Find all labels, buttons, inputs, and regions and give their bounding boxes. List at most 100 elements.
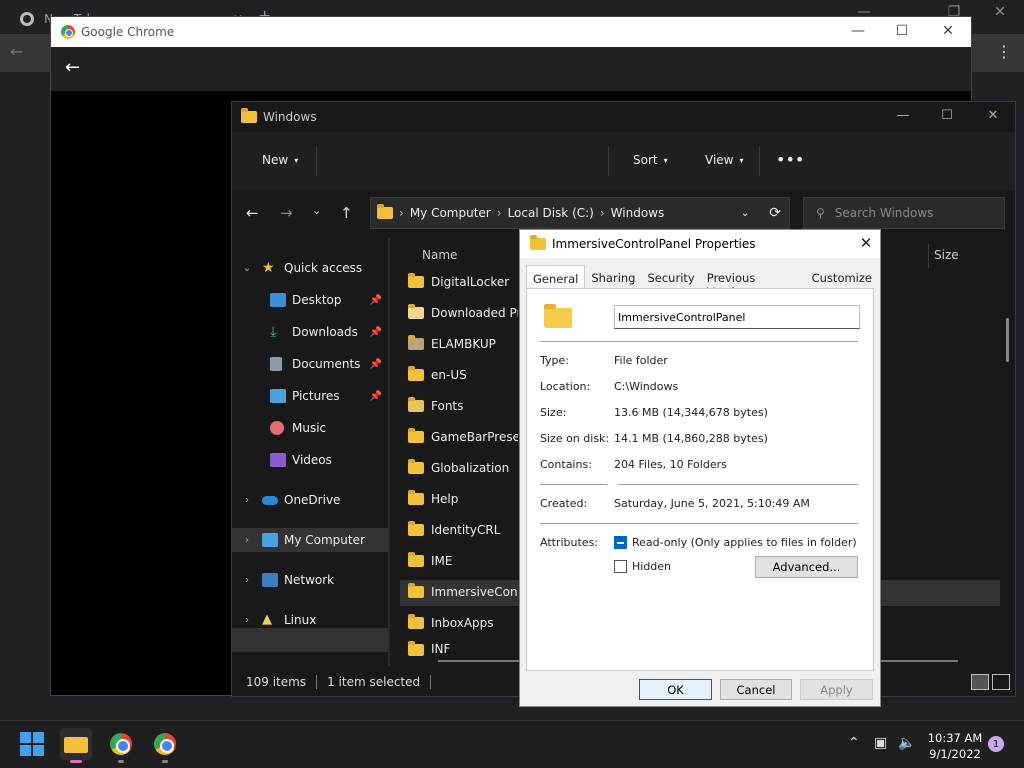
file-row[interactable]: Help — [408, 485, 518, 513]
view-button[interactable]: View ▾ — [705, 153, 744, 167]
sidebar-item-downloads[interactable]: ⤓ Downloads 📌 — [232, 320, 388, 344]
readonly-label[interactable]: Read-only (Only applies to files in fold… — [632, 536, 857, 549]
explorer-minimize-icon[interactable]: — — [888, 108, 918, 123]
details-view-icon[interactable] — [971, 674, 989, 690]
chevron-up-icon[interactable]: ⌃ — [848, 735, 860, 751]
type-label: Type: — [540, 354, 569, 367]
file-row[interactable]: Downloaded Pro — [408, 299, 518, 327]
chrome-tab-icon — [20, 12, 34, 26]
chevron-right-icon[interactable]: › — [240, 615, 254, 626]
network-status-icon[interactable]: ▣ — [874, 735, 887, 751]
view-label: View — [705, 153, 734, 167]
pane-divider[interactable] — [388, 238, 390, 666]
hidden-checkbox[interactable] — [614, 560, 627, 573]
file-row[interactable]: IME — [408, 547, 518, 575]
documents-icon — [270, 357, 282, 371]
file-row[interactable]: INF — [408, 640, 518, 656]
file-row[interactable]: Globalization — [408, 454, 518, 482]
chrome-back-arrow-icon[interactable]: ← — [65, 57, 80, 78]
cancel-button[interactable]: Cancel — [720, 679, 792, 700]
chevron-down-icon[interactable]: ⌄ — [240, 263, 254, 274]
sidebar-item-documents[interactable]: Documents 📌 — [232, 352, 388, 376]
sidebar-item-music[interactable]: Music — [232, 416, 388, 440]
search-box[interactable]: ⚲ Search Windows — [803, 197, 1005, 229]
refresh-icon[interactable]: ⟳ — [769, 205, 781, 221]
up-arrow-icon[interactable]: ↑ — [340, 204, 353, 222]
chrome-icon[interactable] — [110, 733, 132, 755]
chevron-down-icon: ▾ — [663, 155, 668, 165]
address-dropdown-icon[interactable]: ⌄ — [741, 208, 749, 219]
tab-customize[interactable]: Customize — [806, 265, 878, 289]
column-divider[interactable] — [928, 244, 929, 268]
breadcrumb-windows[interactable]: Windows — [611, 206, 665, 220]
start-icon[interactable] — [20, 732, 44, 756]
folder-name-field[interactable] — [614, 305, 860, 329]
hidden-label[interactable]: Hidden — [632, 560, 671, 573]
explorer-close-icon[interactable]: ✕ — [978, 108, 1008, 123]
chrome-menu-icon[interactable]: ⋮ — [996, 42, 1012, 61]
address-bar[interactable]: › My Computer › Local Disk (C:) › Window… — [370, 197, 790, 229]
chevron-right-icon[interactable]: › — [240, 575, 254, 586]
sidebar-item-pictures[interactable]: Pictures 📌 — [232, 384, 388, 408]
breadcrumb-my-computer[interactable]: My Computer — [410, 206, 491, 220]
file-row[interactable]: en-US — [408, 361, 518, 389]
pin-icon[interactable]: 📌 — [370, 295, 382, 306]
tab-security[interactable]: Security — [641, 265, 700, 289]
sidebar-item-network[interactable]: › Network — [232, 568, 388, 592]
ok-button[interactable]: OK — [639, 679, 712, 700]
file-row[interactable]: GameBarPresenc — [408, 423, 518, 451]
chevron-right-icon[interactable]: › — [240, 535, 254, 546]
file-row[interactable]: InboxApps — [408, 609, 518, 637]
new-button[interactable]: New ▾ — [262, 153, 298, 167]
file-row[interactable]: DigitalLocker — [408, 268, 518, 296]
sidebar-item-videos[interactable]: Videos — [232, 448, 388, 472]
forward-arrow-icon[interactable]: → — [280, 204, 293, 222]
pin-icon[interactable]: 📌 — [370, 359, 382, 370]
folder-icon — [408, 273, 424, 288]
notification-badge[interactable]: 1 — [988, 736, 1004, 752]
close-icon[interactable]: ✕ — [988, 4, 1012, 20]
file-row[interactable]: ELAMBKUP — [408, 330, 518, 358]
file-row[interactable]: Fonts — [408, 392, 518, 420]
chrome-maximize-icon[interactable]: ☐ — [887, 23, 917, 39]
back-arrow-icon[interactable]: ← — [246, 204, 259, 222]
explorer-maximize-icon[interactable]: ☐ — [932, 108, 962, 123]
vertical-scrollbar[interactable] — [1006, 318, 1009, 362]
chrome-close-icon[interactable]: ✕ — [933, 23, 963, 39]
breadcrumb-local-disk[interactable]: Local Disk (C:) — [508, 206, 594, 220]
volume-icon[interactable]: 🔈 — [898, 735, 915, 751]
chrome-logo-icon — [61, 25, 75, 39]
file-row-selected[interactable]: ImmersiveContro — [408, 578, 518, 606]
more-options-icon[interactable]: ••• — [776, 150, 804, 169]
back-arrow-icon[interactable]: ← — [10, 42, 23, 61]
sort-button[interactable]: Sort ▾ — [633, 153, 668, 167]
sidebar-item-quick-access[interactable]: ⌄ ★ Quick access — [232, 256, 388, 280]
sidebar-item-linux[interactable]: › ▲ Linux — [232, 608, 388, 632]
pin-icon[interactable]: 📌 — [370, 391, 382, 402]
chrome-minimize-icon[interactable]: — — [843, 23, 873, 39]
folder-icon — [408, 459, 424, 474]
column-header-name[interactable]: Name — [422, 248, 457, 262]
file-name: Downloaded Pro — [431, 306, 518, 320]
recent-locations-icon[interactable]: ⌄ — [312, 204, 321, 217]
tiles-view-icon[interactable] — [992, 674, 1010, 690]
close-icon[interactable]: ✕ — [856, 234, 876, 252]
advanced-button[interactable]: Advanced... — [755, 556, 858, 578]
search-input[interactable]: Search Windows — [835, 206, 934, 220]
clock[interactable]: 10:37 AM 9/1/2022 — [914, 730, 996, 762]
pin-icon[interactable]: 📌 — [370, 327, 382, 338]
cloud-icon — [262, 495, 278, 505]
tab-sharing[interactable]: Sharing — [585, 265, 641, 289]
readonly-checkbox[interactable] — [614, 536, 627, 549]
apply-button[interactable]: Apply — [800, 679, 873, 700]
sidebar-item-my-computer[interactable]: › My Computer — [232, 528, 388, 552]
tab-previous-versions[interactable]: Previous Versions — [701, 265, 806, 299]
tab-general[interactable]: General — [526, 265, 586, 289]
chevron-right-icon[interactable]: › — [240, 495, 254, 506]
created-value: Saturday, June 5, 2021, 5:10:49 AM — [614, 497, 810, 510]
chrome-icon[interactable] — [154, 733, 176, 755]
column-header-size[interactable]: Size — [934, 248, 959, 262]
file-row[interactable]: IdentityCRL — [408, 516, 518, 544]
sidebar-item-desktop[interactable]: Desktop 📌 — [232, 288, 388, 312]
sidebar-item-onedrive[interactable]: › OneDrive — [232, 488, 388, 512]
